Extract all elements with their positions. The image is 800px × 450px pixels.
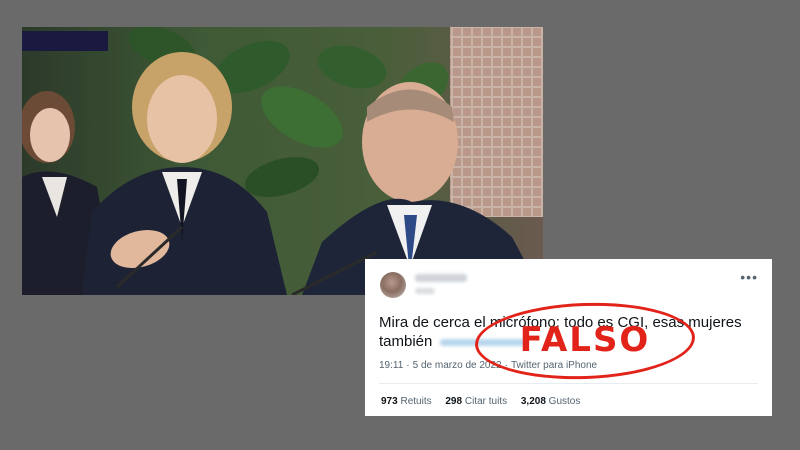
false-stamp-label: FALSO	[519, 320, 651, 360]
tweet-time[interactable]: 19:11	[379, 360, 403, 371]
tweet-stats: 973 Retuits 298 Citar tuits 3,208 Gustos	[381, 396, 591, 407]
video-still	[22, 27, 543, 295]
separator-dot: ·	[406, 360, 410, 371]
user-handle-redacted	[415, 288, 435, 294]
stat-likes[interactable]: 3,208 Gustos	[521, 396, 581, 407]
divider	[379, 383, 758, 384]
stat-retweets[interactable]: 973 Retuits	[381, 396, 432, 407]
stat-quote-tweets[interactable]: 298 Citar tuits	[445, 396, 507, 407]
avatar[interactable]	[380, 272, 406, 298]
channel-logo-box	[22, 31, 108, 51]
video-scene	[22, 27, 543, 295]
more-dots-icon[interactable]: •••	[740, 269, 758, 285]
user-name-redacted[interactable]	[415, 274, 467, 282]
